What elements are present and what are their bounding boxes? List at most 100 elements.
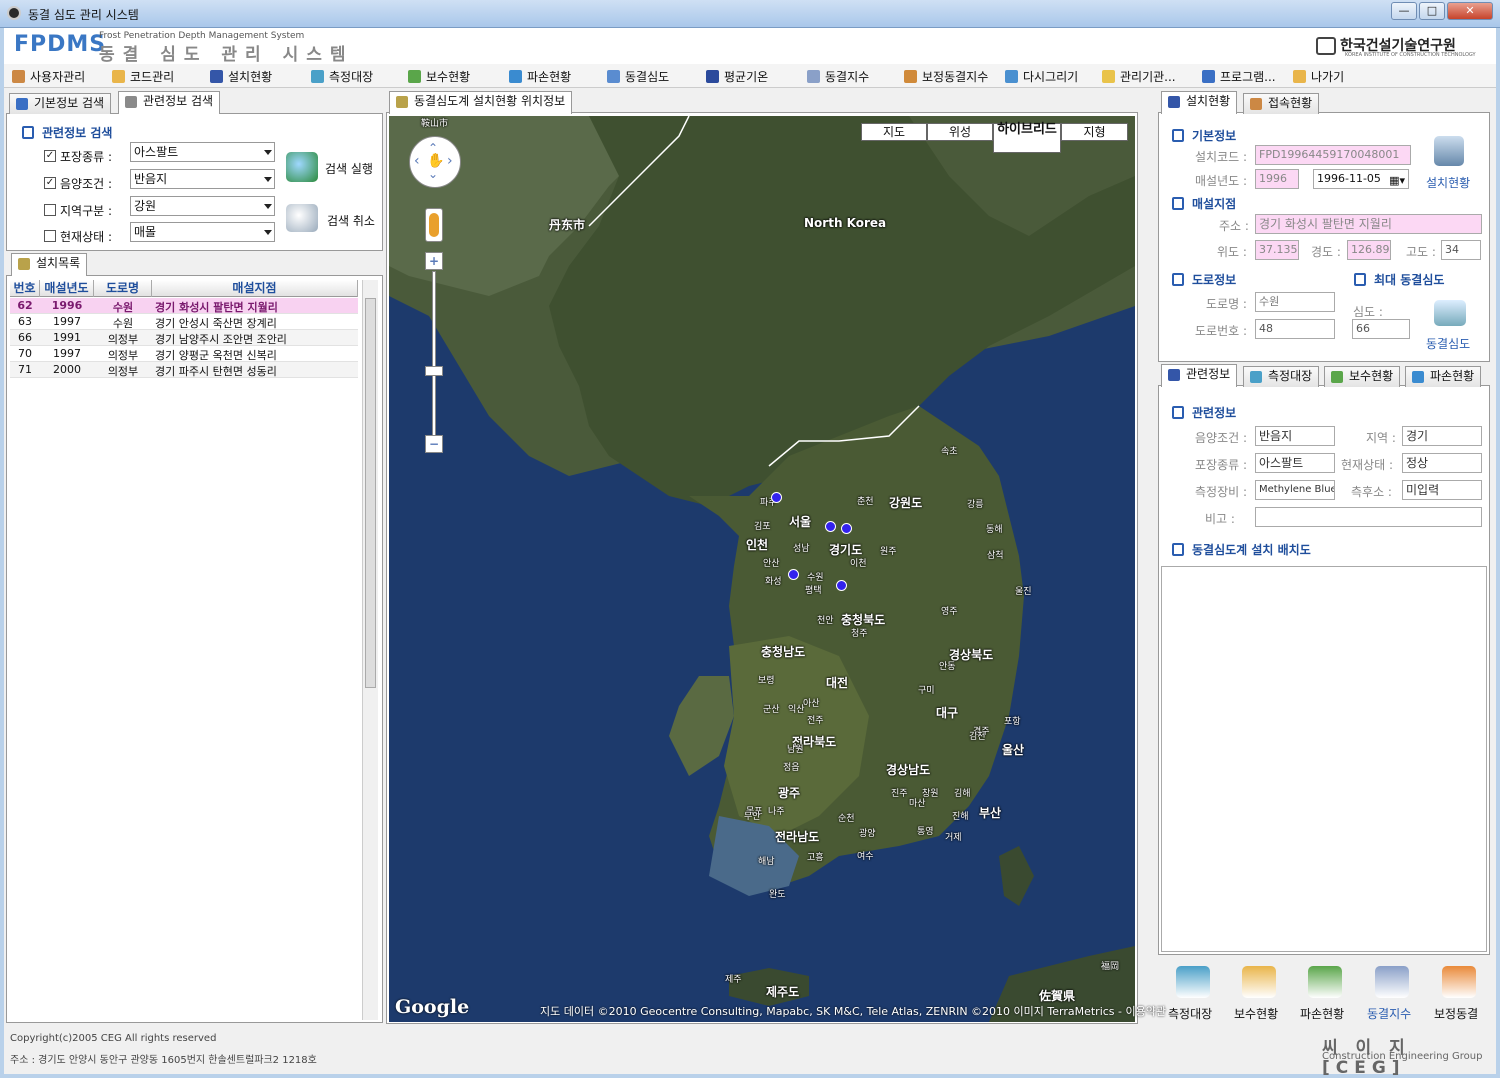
road-number-field[interactable]: 48 [1255,319,1335,339]
tab-map[interactable]: 동결심도계 설치현황 위치정보 [389,91,573,114]
bottom-btn-icon-3[interactable] [1375,966,1409,998]
list-scrollbar[interactable] [362,280,378,1020]
station-field[interactable]: 미입력 [1402,480,1482,500]
table-row[interactable]: 70 1997 의정부 경기 양평군 옥천면 신복리 [10,346,358,362]
table-row[interactable]: 62 1996 수원 경기 화성시 팔탄면 지월리 [10,298,358,314]
pegman-icon[interactable] [429,213,439,237]
depth-field[interactable]: 66 [1352,319,1410,339]
latitude-field[interactable]: 37.1355 [1255,240,1299,260]
tab-basic-search[interactable]: 기본정보 검색 [9,93,112,114]
pan-right-icon[interactable]: › [447,153,453,169]
search-cancel-icon[interactable] [286,204,318,232]
chevron-down-icon[interactable] [264,177,272,182]
menu-users[interactable]: 사용자관리 [12,68,85,85]
filter-checkbox-1[interactable]: ✓ [44,177,56,189]
table-row[interactable]: 63 1997 수원 경기 안성시 죽산면 장계리 [10,314,358,330]
chevron-down-icon[interactable] [264,230,272,235]
install-marker[interactable] [825,521,836,532]
menu-exit[interactable]: 나가기 [1293,68,1344,85]
tab-access-status[interactable]: 접속현황 [1243,93,1320,114]
tab-repair[interactable]: 보수현황 [1324,366,1401,387]
close-button[interactable]: ✕ [1447,2,1493,20]
bottom-btn-icon-1[interactable] [1242,966,1276,998]
bottom-btn-1[interactable]: 보수현황 [1234,1005,1278,1022]
map-type-terrain[interactable]: 지형 [1061,123,1128,141]
region-field[interactable]: 경기 [1402,426,1482,446]
tab-related-search[interactable]: 관련정보 검색 [118,91,221,114]
menu-key[interactable]: 평균기온 [706,68,768,85]
install-date-picker[interactable]: 1996-11-05 ▦▾ [1313,169,1409,189]
menu-gem[interactable]: 보수현황 [408,68,470,85]
bottom-btn-4[interactable]: 보정동결 [1434,1005,1478,1022]
menu-doc[interactable]: 관리기관... [1102,68,1176,85]
bottom-btn-icon-0[interactable] [1176,966,1210,998]
filter-checkbox-0[interactable]: ✓ [44,150,56,162]
tab-damage[interactable]: 파손현황 [1405,366,1482,387]
bottom-btn-3[interactable]: 동결지수 [1367,1005,1411,1022]
col-road[interactable]: 도로명 [94,280,152,297]
filter-checkbox-3[interactable] [44,230,56,242]
install-code-field[interactable]: FPD19964459170048001 [1255,145,1411,165]
install-marker[interactable] [836,580,847,591]
menu-pencil[interactable]: 코드관리 [112,68,174,85]
tab-measurement[interactable]: 측정대장 [1243,366,1320,387]
table-row[interactable]: 66 1991 의정부 경기 남양주시 조안면 조안리 [10,330,358,346]
install-status-button[interactable]: 설치현황 [1426,174,1470,191]
col-year[interactable]: 매설년도 [40,280,94,297]
menu-help[interactable]: 프로그램... [1202,68,1276,85]
street-view-control[interactable] [425,208,443,242]
filter-checkbox-2[interactable] [44,204,56,216]
scroll-thumb[interactable] [365,298,376,688]
zoom-in-button[interactable]: + [425,252,443,270]
address-field[interactable]: 경기 화성시 팔탄면 지월리 [1255,214,1482,234]
frost-depth-icon[interactable] [1434,300,1466,326]
pan-left-icon[interactable]: ‹ [414,153,420,169]
filter-combo-0[interactable]: 아스팔트 [130,142,275,162]
menu-shield[interactable]: 보정동결지수 [904,68,988,85]
pan-control[interactable]: ⌃ ‹ › ⌄ ✋ [409,136,461,188]
zoom-out-button[interactable]: − [425,435,443,453]
bottom-btn-0[interactable]: 측정대장 [1168,1005,1212,1022]
map-type-satellite[interactable]: 위성 [927,123,993,141]
tab-install-status[interactable]: 설치현황 [1161,91,1238,114]
menu-flag[interactable]: 설치현황 [210,68,272,85]
search-run-button[interactable]: 검색 실행 [325,160,373,177]
menu-refresh[interactable]: 다시그리기 [1005,68,1078,85]
road-name-field[interactable]: 수원 [1255,292,1335,312]
bury-year-field[interactable]: 1996 [1255,169,1299,189]
calendar-icon[interactable]: ▦▾ [1389,172,1405,188]
tab-install-list[interactable]: 설치목록 [11,253,88,276]
filter-combo-2[interactable]: 강원 [130,196,275,216]
zoom-slider[interactable] [432,271,436,436]
status-field[interactable]: 정상 [1402,453,1482,473]
search-cancel-button[interactable]: 검색 취소 [327,212,375,229]
bottom-btn-2[interactable]: 파손현황 [1300,1005,1344,1022]
install-status-icon[interactable] [1434,136,1464,166]
menu-pen[interactable]: 동결심도 [607,68,669,85]
chevron-down-icon[interactable] [264,204,272,209]
filter-combo-1[interactable]: 반음지 [130,169,275,189]
frost-depth-button[interactable]: 동결심도 [1426,335,1470,352]
menu-arrow[interactable]: 측정대장 [311,68,373,85]
search-run-icon[interactable] [286,152,318,182]
pan-down-icon[interactable]: ⌄ [428,167,438,181]
zoom-thumb[interactable] [425,366,443,376]
altitude-field[interactable]: 34 [1441,240,1481,260]
install-marker[interactable] [771,492,782,503]
bottom-btn-icon-2[interactable] [1308,966,1342,998]
menu-pen2[interactable]: 동결지수 [807,68,869,85]
table-row[interactable]: 71 2000 의정부 경기 파주시 탄현면 성동리 [10,362,358,378]
col-number[interactable]: 번호 [10,280,40,297]
filter-combo-3[interactable]: 매몰 [130,222,275,242]
chevron-down-icon[interactable] [264,150,272,155]
note-field[interactable] [1255,507,1482,527]
maximize-button[interactable]: □ [1419,2,1445,20]
install-marker[interactable] [788,569,799,580]
bottom-btn-icon-4[interactable] [1442,966,1476,998]
map-type-map[interactable]: 지도 [861,123,927,141]
longitude-field[interactable]: 126.898 [1347,240,1391,260]
pave-field[interactable]: 아스팔트 [1255,453,1335,473]
menu-cube[interactable]: 파손현황 [509,68,571,85]
col-location[interactable]: 매설지점 [152,280,358,297]
map-type-hybrid[interactable]: 하이브리드 [993,123,1061,153]
